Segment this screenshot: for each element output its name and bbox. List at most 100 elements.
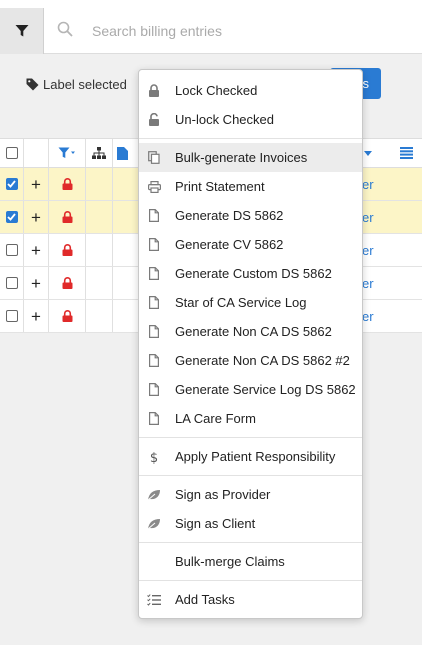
row-checkbox[interactable] [5, 310, 18, 322]
document-icon [117, 146, 128, 160]
header-select-all-cell [0, 139, 24, 167]
row-checkbox[interactable] [5, 277, 18, 289]
row-lock-cell [49, 300, 86, 332]
expand-plus-icon[interactable]: + [31, 242, 41, 259]
menu-divider [139, 580, 362, 581]
hierarchy-icon [92, 147, 106, 159]
row-lock-cell [49, 168, 86, 200]
row-cell [86, 201, 113, 233]
header-hierarchy-cell[interactable] [86, 139, 113, 167]
menu-divider [139, 437, 362, 438]
menu-item-label: Lock Checked [175, 83, 258, 98]
locked-icon[interactable] [62, 277, 73, 289]
file-icon [147, 354, 161, 368]
column-sort-caret[interactable] [364, 139, 372, 167]
menu-item-spacer [147, 555, 161, 569]
row-link[interactable]: er [362, 300, 374, 332]
label-selected-text: Label selected [43, 77, 127, 92]
file-icon [147, 383, 161, 397]
menu-item-generate-non-ca-ds-5862[interactable]: Generate Non CA DS 5862 [139, 317, 362, 346]
menu-divider [139, 542, 362, 543]
menu-item-label: Sign as Provider [175, 487, 271, 502]
file-icon [147, 209, 161, 223]
expand-plus-icon[interactable]: + [31, 176, 41, 193]
row-cell [113, 168, 139, 200]
menu-item-add-tasks[interactable]: Add Tasks [139, 585, 362, 614]
locked-icon[interactable] [62, 244, 73, 256]
file-icon [147, 296, 161, 310]
menu-item-label: Sign as Client [175, 516, 256, 531]
menu-item-un-lock-checked[interactable]: Un-lock Checked [139, 105, 362, 134]
menu-item-bulk-generate-invoices[interactable]: Bulk-generate Invoices [139, 143, 362, 172]
menu-item-la-care-form[interactable]: LA Care Form [139, 404, 362, 433]
row-select-cell [0, 300, 24, 332]
row-cell [113, 234, 139, 266]
menu-item-sign-as-provider[interactable]: Sign as Provider [139, 480, 362, 509]
menu-item-label: Generate Non CA DS 5862 [175, 324, 332, 339]
row-cell [86, 267, 113, 299]
row-checkbox[interactable] [5, 211, 18, 223]
menu-item-apply-patient-responsibility[interactable]: $ Apply Patient Responsibility [139, 442, 362, 471]
menu-item-lock-checked[interactable]: Lock Checked [139, 76, 362, 105]
row-select-cell [0, 168, 24, 200]
row-cell [113, 267, 139, 299]
leaf-icon [147, 517, 161, 531]
action-button-label: s [362, 76, 370, 91]
menu-item-print-statement[interactable]: Print Statement [139, 172, 362, 201]
row-cell [86, 234, 113, 266]
row-link[interactable]: er [362, 267, 374, 299]
leaf-icon [147, 488, 161, 502]
row-cell [86, 300, 113, 332]
menu-item-generate-service-log-ds-5862[interactable]: Generate Service Log DS 5862 [139, 375, 362, 404]
menu-item-label: Bulk-generate Invoices [175, 150, 308, 165]
expand-plus-icon[interactable]: + [31, 308, 41, 325]
menu-divider [139, 138, 362, 139]
column-filter-icon [58, 147, 75, 158]
row-lock-cell [49, 267, 86, 299]
row-expand-cell: + [24, 300, 49, 332]
search-bar [0, 0, 422, 54]
list-icon [400, 147, 413, 159]
menu-item-label: Star of CA Service Log [175, 295, 307, 310]
row-expand-cell: + [24, 234, 49, 266]
row-link[interactable]: er [362, 168, 374, 200]
label-selected-button[interactable]: Label selected [26, 77, 127, 92]
menu-item-generate-non-ca-ds-5862-2[interactable]: Generate Non CA DS 5862 #2 [139, 346, 362, 375]
filter-button[interactable] [0, 8, 44, 54]
row-checkbox[interactable] [5, 244, 18, 256]
locked-icon[interactable] [62, 310, 73, 322]
menu-item-sign-as-client[interactable]: Sign as Client [139, 509, 362, 538]
expand-plus-icon[interactable]: + [31, 275, 41, 292]
menu-item-label: Generate Service Log DS 5862 [175, 382, 356, 397]
expand-plus-icon[interactable]: + [31, 209, 41, 226]
search-icon [57, 21, 73, 37]
locked-icon[interactable] [62, 178, 73, 190]
locked-icon[interactable] [62, 211, 73, 223]
row-lock-cell [49, 234, 86, 266]
row-checkbox[interactable] [5, 178, 18, 190]
menu-item-label: Generate Non CA DS 5862 #2 [175, 353, 350, 368]
caret-down-icon [364, 150, 372, 156]
menu-item-label: Generate CV 5862 [175, 237, 284, 252]
row-link[interactable]: er [362, 201, 374, 233]
header-filter-cell[interactable] [49, 139, 86, 167]
select-all-checkbox[interactable] [5, 147, 18, 159]
row-link[interactable]: er [362, 234, 374, 266]
file-icon [147, 267, 161, 281]
svg-text:$: $ [150, 451, 158, 464]
menu-item-bulk-merge-claims[interactable]: Bulk-merge Claims [139, 547, 362, 576]
menu-item-generate-ds-5862[interactable]: Generate DS 5862 [139, 201, 362, 230]
menu-item-generate-custom-ds-5862[interactable]: Generate Custom DS 5862 [139, 259, 362, 288]
menu-item-generate-cv-5862[interactable]: Generate CV 5862 [139, 230, 362, 259]
menu-item-label: LA Care Form [175, 411, 256, 426]
header-document-cell[interactable] [113, 139, 139, 167]
file-icon [147, 412, 161, 426]
search-input[interactable] [84, 18, 404, 44]
menu-divider [139, 475, 362, 476]
row-cell [86, 168, 113, 200]
print-icon [147, 180, 161, 194]
menu-item-label: Un-lock Checked [175, 112, 274, 127]
row-cell [113, 300, 139, 332]
column-menu-button[interactable] [400, 139, 413, 167]
menu-item-star-of-ca-service-log[interactable]: Star of CA Service Log [139, 288, 362, 317]
